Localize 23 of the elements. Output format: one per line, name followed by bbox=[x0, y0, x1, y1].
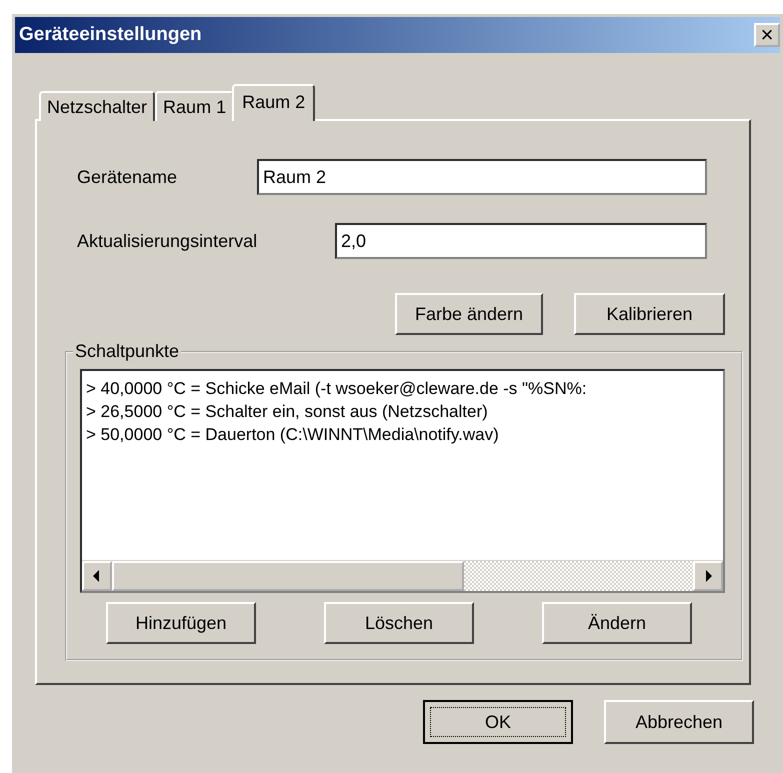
right-arrow-icon bbox=[704, 570, 712, 582]
tab[interactable]: Netzschalter bbox=[39, 91, 156, 121]
input-field[interactable]: 2,0 bbox=[335, 223, 707, 259]
tab[interactable]: Raum 1 bbox=[155, 91, 234, 121]
push-button[interactable]: Ändern bbox=[542, 602, 692, 644]
horizontal-scrollbar[interactable] bbox=[82, 560, 723, 591]
left-arrow-icon bbox=[93, 570, 101, 582]
push-button[interactable]: Löschen bbox=[324, 602, 474, 644]
list-item[interactable]: > 40,0000 °C = Schicke eMail (-t wsoeker@cleware.de -s "%SN%: bbox=[86, 377, 723, 400]
window-title: Geräteeinstellungen bbox=[19, 24, 202, 46]
push-button[interactable]: Kalibrieren bbox=[574, 293, 725, 335]
push-button[interactable]: Farbe ändern bbox=[395, 293, 543, 335]
group-title: Schaltpunkte bbox=[73, 341, 182, 362]
field-label: Gerätename bbox=[77, 166, 178, 188]
dialog-button[interactable]: OK bbox=[423, 700, 573, 744]
input-field[interactable]: Raum 2 bbox=[257, 159, 707, 195]
dialog-button[interactable]: Abbrechen bbox=[604, 700, 754, 744]
tab[interactable]: Raum 2 bbox=[232, 84, 316, 121]
close-button[interactable]: × bbox=[754, 23, 780, 47]
field-label: Aktualisierungsinterval bbox=[77, 230, 258, 252]
list-item[interactable]: > 26,5000 °C = Schalter ein, sonst aus (Netzschalter) bbox=[86, 400, 723, 423]
list-item[interactable]: > 50,0000 °C = Dauerton (C:\WINNT\Media\notify.wav) bbox=[86, 423, 723, 446]
push-button[interactable]: Hinzufügen bbox=[106, 602, 256, 644]
